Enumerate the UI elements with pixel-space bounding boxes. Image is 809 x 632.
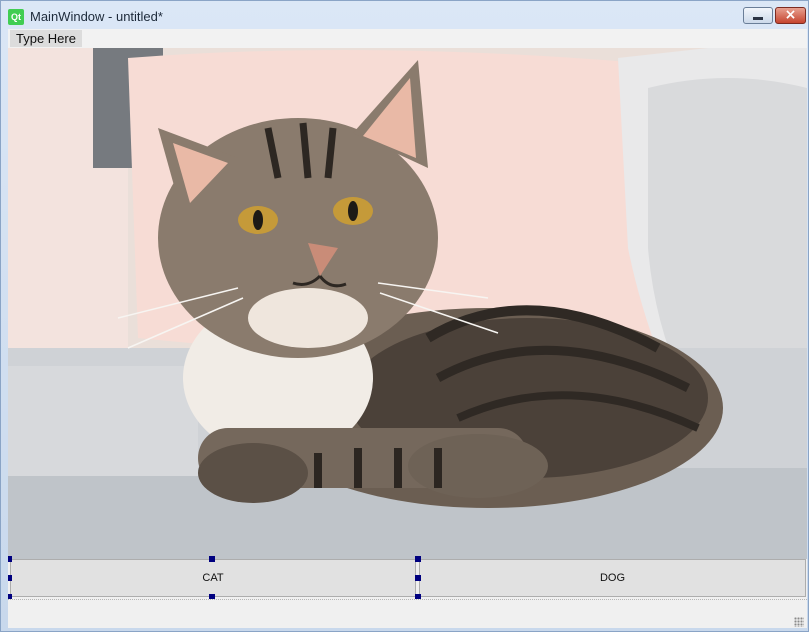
menu-item-type-here[interactable]: Type Here (10, 30, 82, 47)
selection-handle[interactable] (8, 556, 12, 562)
status-bar (8, 599, 807, 628)
selection-handle[interactable] (8, 575, 12, 581)
close-icon: × (784, 7, 797, 23)
window-title: MainWindow - untitled* (30, 9, 163, 24)
main-window: Qt MainWindow - untitled* × Type Here CA… (0, 0, 809, 632)
cat-image (8, 48, 807, 559)
cat-photo (8, 48, 807, 559)
minimize-button[interactable] (743, 7, 773, 24)
title-bar[interactable]: Qt MainWindow - untitled* × (1, 1, 808, 29)
menu-bar: Type Here (8, 29, 807, 48)
close-button[interactable]: × (775, 7, 806, 24)
size-grip-icon[interactable] (794, 617, 804, 627)
button-row: CAT DOG (8, 556, 807, 600)
qt-logo-icon: Qt (8, 9, 24, 25)
selection-handle[interactable] (209, 556, 215, 562)
central-widget: CAT DOG (8, 48, 807, 628)
minimize-icon (753, 17, 763, 20)
selection-handle[interactable] (415, 575, 421, 581)
cat-button[interactable]: CAT (10, 559, 416, 597)
selection-handle[interactable] (415, 556, 421, 562)
dog-button[interactable]: DOG (419, 559, 806, 597)
